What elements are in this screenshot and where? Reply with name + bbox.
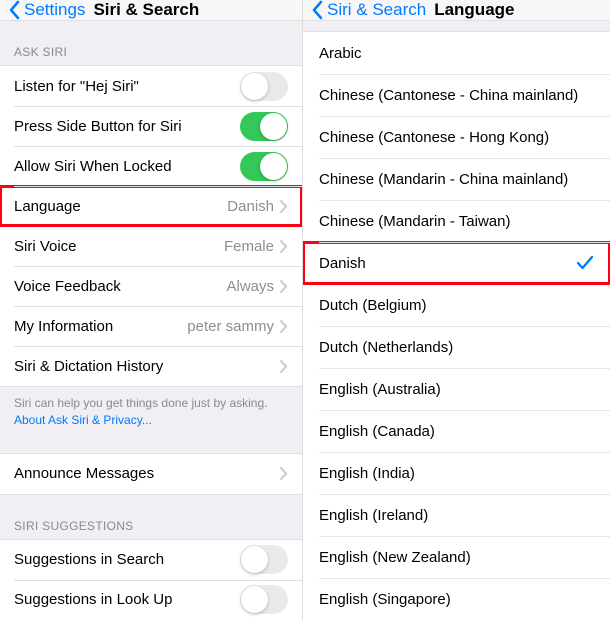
- language-label: English (Australia): [319, 381, 441, 398]
- language-label: Dutch (Belgium): [319, 297, 427, 314]
- announce-group: Announce Messages: [0, 453, 302, 495]
- language-label: Chinese (Cantonese - Hong Kong): [319, 129, 549, 146]
- language-label: English (Canada): [319, 423, 435, 440]
- back-chevron-icon: [311, 0, 323, 20]
- chevron-right-icon: [280, 240, 288, 253]
- language-label: English (India): [319, 465, 415, 482]
- row-label: Siri & Dictation History: [14, 358, 163, 375]
- row-voice-feedback[interactable]: Voice Feedback Always: [0, 266, 302, 306]
- row-side-button[interactable]: Press Side Button for Siri: [0, 106, 302, 146]
- row-label: My Information: [14, 318, 113, 335]
- row-suggestions-search[interactable]: Suggestions in Search: [0, 540, 302, 580]
- back-chevron-icon: [8, 0, 20, 20]
- row-label: Siri Voice: [14, 238, 77, 255]
- language-label: Chinese (Mandarin - Taiwan): [319, 213, 510, 230]
- language-label: English (New Zealand): [319, 549, 471, 566]
- toggle-locked[interactable]: [240, 152, 288, 181]
- ask-siri-group: Listen for "Hej Siri" Press Side Button …: [0, 65, 302, 387]
- row-announce-messages[interactable]: Announce Messages: [0, 454, 302, 494]
- language-label: Chinese (Mandarin - China mainland): [319, 171, 568, 188]
- language-option[interactable]: English (India): [303, 452, 610, 494]
- page-title: Siri & Search: [93, 0, 199, 20]
- toggle-listen[interactable]: [240, 72, 288, 101]
- checkmark-icon: [576, 255, 594, 271]
- toggle-side-button[interactable]: [240, 112, 288, 141]
- language-option[interactable]: Arabic: [303, 32, 610, 74]
- row-my-information[interactable]: My Information peter sammy: [0, 306, 302, 346]
- chevron-right-icon: [280, 467, 288, 480]
- language-option[interactable]: Dutch (Netherlands): [303, 326, 610, 368]
- row-label: Press Side Button for Siri: [14, 118, 182, 135]
- row-value: Always: [226, 278, 274, 295]
- chevron-right-icon: [280, 360, 288, 373]
- language-option[interactable]: Chinese (Mandarin - Taiwan): [303, 200, 610, 242]
- language-list: Arabic Chinese (Cantonese - China mainlan…: [303, 31, 610, 620]
- suggestions-group: Suggestions in Search Suggestions in Loo…: [0, 539, 302, 620]
- language-label: Danish: [319, 255, 366, 272]
- language-option[interactable]: English (Singapore): [303, 578, 610, 620]
- language-option[interactable]: Chinese (Cantonese - Hong Kong): [303, 116, 610, 158]
- language-pane: Siri & Search Language Arabic Chinese (Ca…: [303, 0, 610, 620]
- page-title: Language: [434, 0, 514, 20]
- language-option[interactable]: Chinese (Cantonese - China mainland): [303, 74, 610, 116]
- language-option[interactable]: English (Ireland): [303, 494, 610, 536]
- back-button[interactable]: Settings: [8, 0, 85, 20]
- toggle-suggestions-search[interactable]: [240, 545, 288, 574]
- row-suggestions-lookup[interactable]: Suggestions in Look Up: [0, 580, 302, 620]
- row-label: Language: [14, 198, 81, 215]
- back-label: Settings: [24, 0, 85, 20]
- row-locked[interactable]: Allow Siri When Locked: [0, 146, 302, 186]
- language-label: English (Singapore): [319, 591, 451, 608]
- footer-text: Siri can help you get things done just b…: [14, 396, 268, 410]
- row-history[interactable]: Siri & Dictation History: [0, 346, 302, 386]
- row-label: Announce Messages: [14, 465, 154, 482]
- toggle-suggestions-lookup[interactable]: [240, 585, 288, 614]
- back-label: Siri & Search: [327, 0, 426, 20]
- siri-search-pane: Settings Siri & Search ASK SIRI Listen f…: [0, 0, 303, 620]
- siri-suggestions-header: SIRI SUGGESTIONS: [0, 495, 302, 539]
- row-value: Female: [224, 238, 274, 255]
- back-button[interactable]: Siri & Search: [311, 0, 426, 20]
- row-language[interactable]: Language Danish: [0, 186, 302, 226]
- language-label: English (Ireland): [319, 507, 428, 524]
- language-label: Arabic: [319, 45, 362, 62]
- row-value: Danish: [227, 198, 274, 215]
- row-label: Suggestions in Look Up: [14, 591, 172, 608]
- privacy-link[interactable]: About Ask Siri & Privacy...: [14, 413, 152, 427]
- language-option[interactable]: Chinese (Mandarin - China mainland): [303, 158, 610, 200]
- language-option[interactable]: English (Canada): [303, 410, 610, 452]
- nav-bar: Siri & Search Language: [303, 0, 610, 21]
- row-listen[interactable]: Listen for "Hej Siri": [0, 66, 302, 106]
- row-label: Listen for "Hej Siri": [14, 78, 139, 95]
- chevron-right-icon: [280, 320, 288, 333]
- chevron-right-icon: [280, 200, 288, 213]
- language-label: Dutch (Netherlands): [319, 339, 453, 356]
- ask-siri-header: ASK SIRI: [0, 21, 302, 65]
- row-siri-voice[interactable]: Siri Voice Female: [0, 226, 302, 266]
- chevron-right-icon: [280, 280, 288, 293]
- language-option[interactable]: Dutch (Belgium): [303, 284, 610, 326]
- language-option[interactable]: English (New Zealand): [303, 536, 610, 578]
- nav-bar: Settings Siri & Search: [0, 0, 302, 21]
- language-option[interactable]: English (Australia): [303, 368, 610, 410]
- row-label: Suggestions in Search: [14, 551, 164, 568]
- language-option[interactable]: Danish: [303, 242, 610, 284]
- ask-siri-footer: Siri can help you get things done just b…: [0, 387, 302, 441]
- language-label: Chinese (Cantonese - China mainland): [319, 87, 578, 104]
- spacer: [303, 21, 610, 31]
- row-label: Allow Siri When Locked: [14, 158, 172, 175]
- row-label: Voice Feedback: [14, 278, 121, 295]
- row-value: peter sammy: [187, 318, 274, 335]
